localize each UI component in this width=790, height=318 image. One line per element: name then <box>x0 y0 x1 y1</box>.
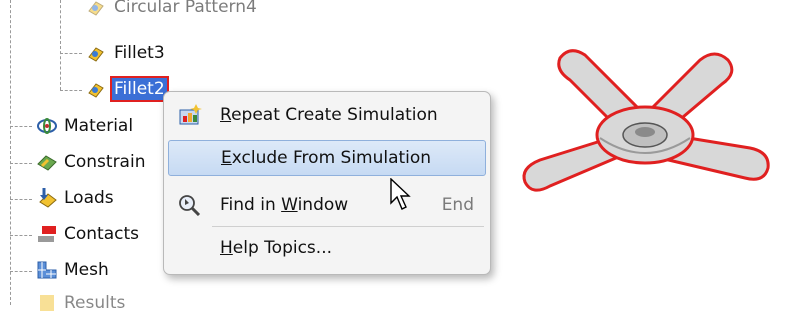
menu-item-label: Repeat Create Simulation <box>220 105 438 125</box>
feature-icon <box>86 43 106 63</box>
tree-item-fillet2[interactable]: Fillet2 <box>86 76 169 102</box>
mesh-icon <box>36 260 57 280</box>
menu-item-label: Find in Window <box>220 195 349 215</box>
tree-item-label: Circular Pattern4 <box>114 0 257 17</box>
shortcut-label: End <box>441 195 474 215</box>
tree-item-constraints[interactable]: Constrain <box>36 151 147 173</box>
loads-icon <box>36 188 57 208</box>
tree-item-fillet3[interactable]: Fillet3 <box>86 42 167 64</box>
exclude-from-simulation-item[interactable]: Exclude From Simulation <box>168 140 486 176</box>
part-preview <box>500 40 780 220</box>
contacts-icon <box>36 224 56 244</box>
feature-icon <box>86 79 106 99</box>
tree-item-label: Constrain <box>64 152 146 172</box>
simulation-icon <box>178 104 202 126</box>
tree-item-mesh[interactable]: Mesh <box>36 259 111 281</box>
tree-item-material[interactable]: Material <box>36 115 135 137</box>
tree-item-label: Material <box>64 116 134 136</box>
tree-item-contacts[interactable]: Contacts <box>36 223 141 245</box>
tree-line-outer <box>10 0 11 305</box>
tree-branch <box>10 235 32 236</box>
results-icon <box>36 293 56 313</box>
menu-item-label: Exclude From Simulation <box>221 148 432 168</box>
tree-branch <box>10 271 32 272</box>
context-menu: Repeat Create Simulation Exclude From Si… <box>163 91 491 275</box>
tree-item-label: Fillet2 <box>110 76 169 102</box>
repeat-create-simulation-item[interactable]: Repeat Create Simulation <box>168 98 486 132</box>
tree-branch <box>60 90 82 91</box>
constraints-icon <box>36 152 57 172</box>
tree-branch <box>10 163 32 164</box>
material-icon <box>36 116 57 136</box>
tree-branch <box>60 53 82 54</box>
feature-icon <box>86 0 106 17</box>
tree-item-label: Mesh <box>64 260 109 280</box>
mouse-cursor-icon <box>390 177 412 217</box>
tree-item-label: Contacts <box>64 224 139 244</box>
tree-branch <box>10 199 32 200</box>
tree-item-results[interactable]: Results <box>36 292 127 314</box>
tree-branch <box>10 126 32 127</box>
part-model-icon <box>522 49 770 192</box>
tree-item-label: Loads <box>64 188 114 208</box>
tree-item-loads[interactable]: Loads <box>36 187 116 209</box>
tree-item-label: Results <box>64 293 126 313</box>
find-icon <box>178 194 202 217</box>
menu-separator <box>212 226 484 227</box>
tree-line-inner <box>60 0 61 90</box>
help-topics-item[interactable]: Help Topics... <box>168 231 486 265</box>
tree-item-label: Fillet3 <box>114 43 165 63</box>
tree-item-circular-pattern4[interactable]: Circular Pattern4 <box>86 0 259 18</box>
menu-item-label: Help Topics... <box>220 238 332 258</box>
find-in-window-item[interactable]: Find in Window End <box>168 188 486 222</box>
